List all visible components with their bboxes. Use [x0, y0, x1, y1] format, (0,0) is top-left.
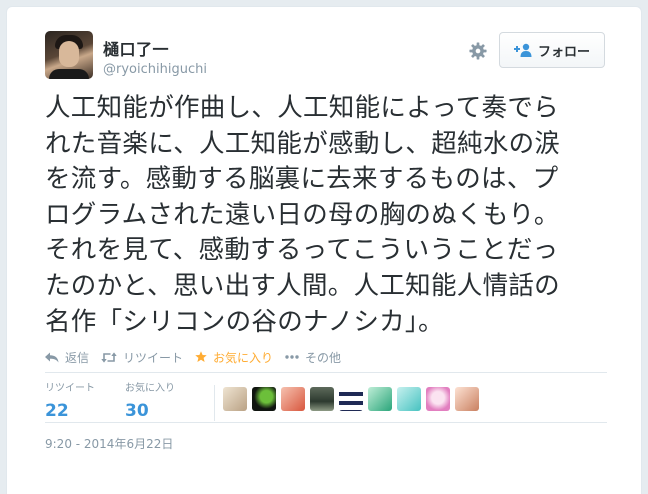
reply-label: 返信	[65, 350, 90, 365]
display-name[interactable]: 樋口了一	[103, 36, 169, 60]
reply-action[interactable]: 返信	[45, 349, 89, 366]
retweets-stat-label: リツイート	[45, 383, 95, 394]
page: 樋口了一 @ryoichihiguchi フォロー 人工知能が作曲し、人工知能に…	[0, 0, 648, 494]
retweet-label: リツイート	[123, 350, 184, 365]
retweet-icon	[101, 351, 117, 363]
retweets-count: 22	[45, 401, 69, 421]
tweet-stats: リツイート 22 お気に入り 30	[45, 383, 205, 422]
tweet-actions: 返信 リツイート お気に入り その他	[45, 349, 353, 365]
add-user-icon	[513, 43, 532, 57]
retweets-stat[interactable]: リツイート 22	[45, 383, 125, 422]
favoriter-avatar[interactable]	[281, 387, 305, 411]
favorites-stat[interactable]: お気に入り 30	[125, 383, 205, 422]
favoriter-avatar[interactable]	[223, 387, 247, 411]
divider	[45, 422, 607, 423]
follow-button-label: フォロー	[537, 44, 590, 60]
follow-button[interactable]: フォロー	[499, 32, 605, 68]
stats-separator	[214, 385, 215, 421]
tweet-card: 樋口了一 @ryoichihiguchi フォロー 人工知能が作曲し、人工知能に…	[6, 6, 642, 494]
more-action[interactable]: その他	[285, 349, 341, 366]
favoriter-avatar[interactable]	[368, 387, 392, 411]
more-icon	[285, 355, 299, 359]
tweet-timestamp[interactable]: 9:20 - 2014年6月22日	[45, 435, 173, 452]
retweet-action[interactable]: リツイート	[101, 349, 183, 366]
avatar[interactable]	[45, 31, 93, 79]
favoriter-avatar[interactable]	[310, 387, 334, 411]
reply-icon	[45, 352, 59, 362]
favoriter-avatar[interactable]	[455, 387, 479, 411]
star-icon	[195, 351, 207, 362]
favorite-action[interactable]: お気に入り	[195, 349, 273, 366]
favoriter-avatar[interactable]	[397, 387, 421, 411]
favoriter-avatar[interactable]	[252, 387, 276, 411]
favoriter-avatar[interactable]	[426, 387, 450, 411]
favorite-label: お気に入り	[213, 350, 274, 365]
favorites-stat-label: お気に入り	[125, 383, 175, 394]
user-handle[interactable]: @ryoichihiguchi	[103, 62, 207, 77]
tweet-text: 人工知能が作曲し、人工知能によって奏でら れた音楽に、人工知能が感動し、超純水の…	[45, 93, 561, 337]
favorites-count: 30	[125, 401, 149, 421]
more-label: その他	[305, 350, 342, 365]
favoriter-avatar[interactable]	[339, 387, 363, 411]
gear-icon[interactable]	[469, 42, 487, 60]
divider	[45, 372, 607, 373]
favoriting-users	[223, 387, 479, 411]
